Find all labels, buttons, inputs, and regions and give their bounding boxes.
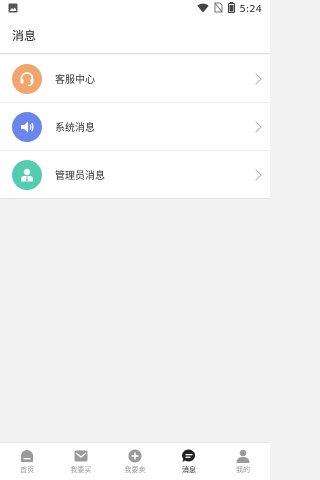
person-icon bbox=[235, 449, 251, 463]
plus-circle-icon bbox=[127, 449, 143, 463]
chevron-right-icon bbox=[250, 168, 262, 181]
list-item-label: 系统消息 bbox=[55, 123, 95, 134]
status-bar: 5:24 bbox=[0, 0, 270, 18]
message-list: 客服中心 系统消息 管理员消息 bbox=[0, 55, 270, 199]
list-item-label: 管理员消息 bbox=[55, 171, 105, 182]
status-time: 5:24 bbox=[239, 3, 262, 15]
tab-profile[interactable]: 我的 bbox=[216, 443, 270, 480]
speaker-icon bbox=[12, 111, 42, 142]
chevron-right-icon bbox=[250, 120, 262, 133]
tab-label: 消息 bbox=[182, 465, 196, 474]
page-title: 消息 bbox=[12, 29, 37, 43]
no-sim-icon bbox=[213, 2, 223, 16]
home-icon bbox=[19, 449, 35, 463]
list-item-system-message[interactable]: 系统消息 bbox=[0, 103, 270, 151]
list-item-admin-message[interactable]: 管理员消息 bbox=[0, 151, 270, 199]
wifi-icon bbox=[196, 3, 209, 16]
image-notification-icon bbox=[8, 3, 18, 16]
bottom-tab-bar: 首页 我要买 我要卖 消息 我的 bbox=[0, 442, 270, 480]
tab-sell[interactable]: 我要卖 bbox=[108, 443, 162, 480]
list-item-customer-service[interactable]: 客服中心 bbox=[0, 55, 270, 103]
message-icon bbox=[181, 448, 197, 463]
page-header: 消息 bbox=[0, 18, 270, 54]
battery-icon bbox=[227, 2, 235, 16]
mail-icon bbox=[73, 449, 89, 463]
admin-user-icon bbox=[12, 159, 42, 190]
tab-label: 我的 bbox=[236, 465, 250, 474]
tab-label: 我要卖 bbox=[124, 465, 146, 474]
chevron-right-icon bbox=[250, 72, 262, 85]
tab-label: 我要买 bbox=[70, 465, 92, 474]
tab-buy[interactable]: 我要买 bbox=[54, 443, 108, 480]
tab-home[interactable]: 首页 bbox=[0, 443, 54, 480]
list-item-label: 客服中心 bbox=[55, 75, 95, 86]
tab-label: 首页 bbox=[20, 465, 34, 474]
tab-messages[interactable]: 消息 bbox=[162, 443, 216, 480]
headset-icon bbox=[12, 63, 42, 94]
